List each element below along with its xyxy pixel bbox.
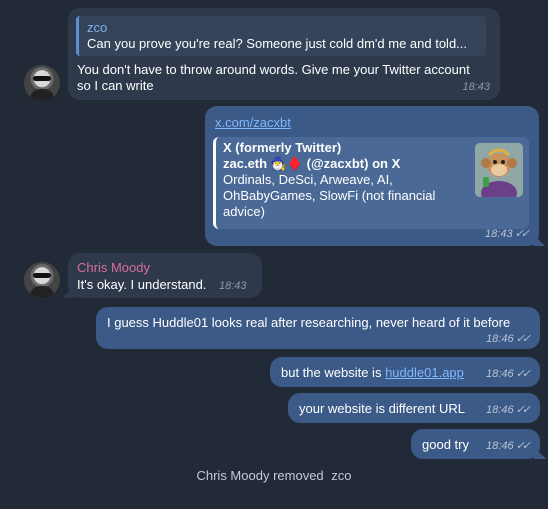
sender-name[interactable]: Chris Moody: [77, 260, 150, 275]
message-text: It's okay. I understand.: [77, 277, 207, 292]
preview-site-name: X (formerly Twitter): [223, 140, 342, 155]
preview-description: Ordinals, DeSci, Arweave, AI,: [223, 172, 393, 187]
message-text: but the website is huddle01.app: [281, 365, 464, 381]
avatar[interactable]: [24, 262, 60, 298]
message-time: 18:46 ✓✓: [486, 367, 532, 380]
message-time: 18:43: [219, 280, 247, 292]
incoming-message[interactable]: Chris Moody It's okay. I understand. 18:…: [68, 253, 262, 298]
service-message: Chris Moody removed zco: [0, 468, 548, 483]
preview-thumbnail-image[interactable]: [475, 143, 523, 197]
outgoing-message[interactable]: x.com/zacxbt X (formerly Twitter) zac.et…: [205, 106, 539, 246]
outgoing-message[interactable]: good try 18:46 ✓✓: [411, 429, 540, 459]
message-text: You don't have to throw around words. Gi…: [77, 62, 470, 77]
message-text-part: but the website is: [281, 365, 382, 380]
preview-title: zac.eth 🧙‍♂️♦️ (@zacxbt) on X: [223, 156, 401, 171]
reply-author: zco: [87, 20, 108, 35]
reply-text: Can you prove you're real? Someone just …: [87, 36, 468, 51]
message-text: good try: [422, 437, 469, 452]
chat-history: zco Can you prove you're real? Someone j…: [0, 0, 548, 509]
message-time: 18:43: [462, 81, 490, 93]
avatar[interactable]: [24, 65, 60, 101]
message-time: 18:46 ✓✓: [486, 403, 532, 416]
read-receipt-icon: ✓✓: [514, 228, 531, 240]
incoming-message[interactable]: zco Can you prove you're real? Someone j…: [68, 8, 500, 100]
outgoing-message[interactable]: but the website is huddle01.app 18:46 ✓✓: [270, 357, 540, 387]
link-preview[interactable]: X (formerly Twitter) zac.eth 🧙‍♂️♦️ (@za…: [213, 137, 529, 229]
preview-description: advice): [223, 204, 265, 219]
message-link[interactable]: x.com/zacxbt: [215, 115, 291, 130]
service-target[interactable]: zco: [331, 468, 351, 483]
message-time: 18:43 ✓✓: [485, 227, 531, 240]
time-text: 18:46: [486, 440, 514, 452]
service-actor[interactable]: Chris Moody: [196, 468, 269, 483]
message-time: 18:46 ✓✓: [486, 439, 532, 452]
outgoing-message[interactable]: I guess Huddle01 looks real after resear…: [96, 307, 540, 349]
read-receipt-icon: ✓✓: [515, 404, 532, 416]
message-text: so I can write: [77, 78, 154, 93]
read-receipt-icon: ✓✓: [515, 440, 532, 452]
time-text: 18:46: [486, 404, 514, 416]
read-receipt-icon: ✓✓: [515, 333, 532, 345]
time-text: 18:43: [485, 228, 513, 240]
message-text: I guess Huddle01 looks real after resear…: [107, 315, 511, 330]
preview-description: OhBabyGames, SlowFi (not financial: [223, 188, 436, 203]
reply-quote[interactable]: zco Can you prove you're real? Someone j…: [76, 16, 486, 56]
service-action: removed: [273, 468, 324, 483]
message-time: 18:46 ✓✓: [486, 332, 532, 345]
time-text: 18:46: [486, 333, 514, 345]
message-link[interactable]: huddle01.app: [385, 365, 464, 380]
time-text: 18:46: [486, 368, 514, 380]
message-text: your website is different URL: [299, 401, 465, 416]
outgoing-message[interactable]: your website is different URL 18:46 ✓✓: [288, 393, 540, 423]
read-receipt-icon: ✓✓: [515, 368, 532, 380]
